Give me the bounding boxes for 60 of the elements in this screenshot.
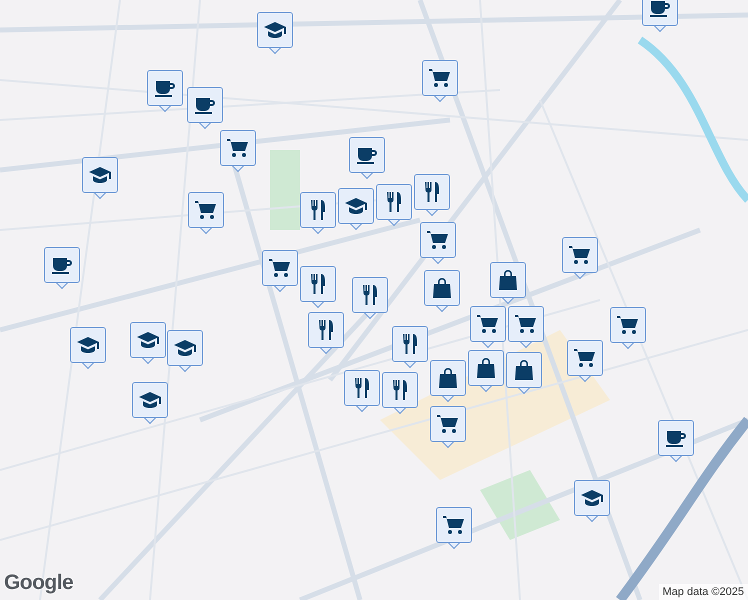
map-pin[interactable] xyxy=(300,192,336,236)
bag-icon xyxy=(496,268,520,292)
cart-icon xyxy=(426,228,450,252)
cart-icon xyxy=(436,412,460,436)
map-pin[interactable] xyxy=(300,266,336,310)
bag-icon xyxy=(474,356,498,380)
map-pin[interactable] xyxy=(430,406,466,450)
cup-icon xyxy=(648,0,672,20)
map-pin[interactable] xyxy=(424,270,460,314)
map-pin[interactable] xyxy=(642,0,678,34)
map-pin[interactable] xyxy=(490,262,526,306)
cart-icon xyxy=(226,136,250,160)
cart-icon xyxy=(428,66,452,90)
map-pin[interactable] xyxy=(338,188,374,232)
map-pin[interactable] xyxy=(506,352,542,396)
cart-icon xyxy=(616,313,640,337)
map-pin[interactable] xyxy=(574,480,610,524)
cart-icon xyxy=(194,198,218,222)
map-pin[interactable] xyxy=(167,330,203,374)
map-pin[interactable] xyxy=(308,312,344,356)
map-pin[interactable] xyxy=(352,277,388,321)
map-pin[interactable] xyxy=(508,306,544,350)
cart-icon xyxy=(573,346,597,370)
map-pin[interactable] xyxy=(147,70,183,114)
map-pin[interactable] xyxy=(436,507,472,551)
map-pin[interactable] xyxy=(132,382,168,426)
map-pin[interactable] xyxy=(430,360,466,404)
map-pin[interactable] xyxy=(470,306,506,350)
map-pin[interactable] xyxy=(262,250,298,294)
map-pin[interactable] xyxy=(422,60,458,104)
bag-icon xyxy=(436,366,460,390)
cart-icon xyxy=(476,312,500,336)
map-pin[interactable] xyxy=(468,350,504,394)
map-pin[interactable] xyxy=(257,12,293,56)
bag-icon xyxy=(430,276,454,300)
map-pin[interactable] xyxy=(567,340,603,384)
map-pin[interactable] xyxy=(82,157,118,201)
map-pin[interactable] xyxy=(658,420,694,464)
map-pin[interactable] xyxy=(70,327,106,371)
map-pin[interactable] xyxy=(349,137,385,181)
cart-icon xyxy=(514,312,538,336)
map-pin[interactable] xyxy=(187,87,223,131)
cart-icon xyxy=(442,513,466,537)
map-pin[interactable] xyxy=(414,174,450,218)
map-pin[interactable] xyxy=(344,370,380,414)
map-pin[interactable] xyxy=(562,237,598,281)
map-pin[interactable] xyxy=(188,192,224,236)
map-pin[interactable] xyxy=(382,372,418,416)
map-pin[interactable] xyxy=(220,130,256,174)
cart-icon xyxy=(568,243,592,267)
map-attribution: Map data ©2025 xyxy=(658,584,748,600)
map-pin[interactable] xyxy=(44,247,80,291)
map-pin[interactable] xyxy=(376,184,412,228)
map-pin[interactable] xyxy=(392,326,428,370)
cart-icon xyxy=(268,256,292,280)
bag-icon xyxy=(512,358,536,382)
map-pin[interactable] xyxy=(420,222,456,266)
map-pin[interactable] xyxy=(130,322,166,366)
google-logo: Google xyxy=(4,570,74,596)
map-pin[interactable] xyxy=(610,307,646,351)
